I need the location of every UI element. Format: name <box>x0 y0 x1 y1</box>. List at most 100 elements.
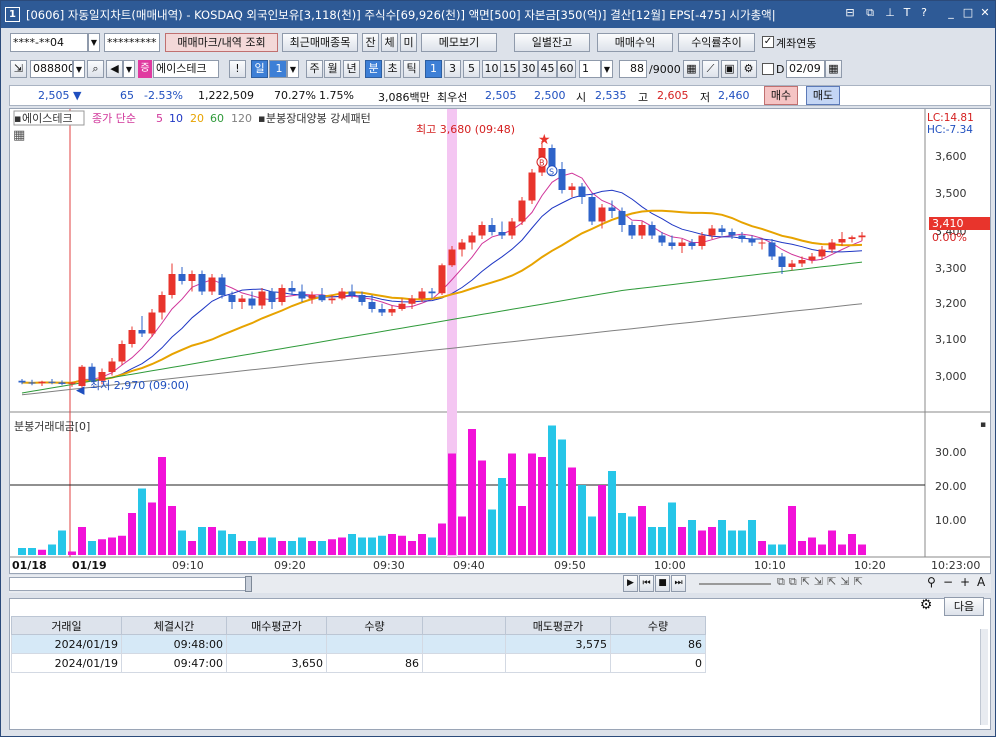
interval-30[interactable]: 30 <box>519 60 538 78</box>
interval-45[interactable]: 45 <box>538 60 557 78</box>
scroll-play-button[interactable]: ▶ <box>623 575 638 592</box>
period-dropdown[interactable]: ▼ <box>287 60 299 78</box>
second-tab[interactable]: 초 <box>384 60 401 78</box>
date-label-0119: 01/19 <box>72 559 107 572</box>
tab-unfilled[interactable]: 미 <box>400 33 417 52</box>
volume-bar <box>518 506 526 555</box>
recent-trades-button[interactable]: 최근매매종목 <box>282 33 358 52</box>
candle-body <box>428 291 436 294</box>
time-label-0910: 09:10 <box>172 559 204 572</box>
volume-bar <box>578 485 586 555</box>
table-row[interactable]: 2024/01/19 09:47:00 3,650 86 0 <box>11 653 706 673</box>
sound-dropdown[interactable]: ▼ <box>123 60 135 78</box>
screen-link-icon[interactable]: ⇲ <box>10 60 27 78</box>
cell-time: 09:47:00 <box>121 653 227 673</box>
minimize-icon[interactable]: _ <box>944 6 958 20</box>
interval-1[interactable]: 1 <box>425 60 442 78</box>
memo-button[interactable]: 메모보기 <box>421 33 497 52</box>
gear-icon[interactable]: ⚙ <box>740 60 757 78</box>
scroll-stop-button[interactable]: ■ <box>655 575 670 592</box>
low-price: 2,460 <box>718 89 750 102</box>
volume-bar <box>378 535 386 555</box>
interval-3[interactable]: 3 <box>444 60 461 78</box>
help-icon[interactable]: ? <box>917 6 931 20</box>
volume-bar <box>148 502 156 555</box>
maximize-icon[interactable]: □ <box>961 6 975 20</box>
trade-mark-button[interactable]: 매매마크/내역 조회 <box>165 33 278 52</box>
trend-line-icon[interactable]: ⟋ <box>702 60 719 78</box>
table-row[interactable]: 2024/01/19 09:48:00 3,575 86 <box>11 634 706 654</box>
buy-button[interactable]: 매수 <box>764 86 798 105</box>
period-num-field[interactable]: 1 <box>269 60 287 78</box>
interval-5[interactable]: 5 <box>463 60 480 78</box>
scroll-thumb[interactable] <box>245 576 252 592</box>
interval-dropdown[interactable]: ▼ <box>601 60 613 78</box>
tab-executed[interactable]: 체 <box>381 33 398 52</box>
candle-body <box>668 242 676 246</box>
password-field[interactable]: ********* <box>104 33 160 52</box>
zoom-slider[interactable] <box>699 583 771 585</box>
chart-panel[interactable]: ★ B S ◀ ▪ 에이스테크 종가 단순 5 10 20 60 120 ▪ 분봉장대… <box>9 108 991 574</box>
candle-body <box>108 361 116 372</box>
restore-icon[interactable]: ⧉ <box>863 6 877 20</box>
volume-bar <box>798 541 806 555</box>
interval-15[interactable]: 15 <box>500 60 519 78</box>
period-month-tab[interactable]: 월 <box>324 60 341 78</box>
trade-profit-button[interactable]: 매매수익 <box>597 33 673 52</box>
period-year-tab[interactable]: 년 <box>343 60 360 78</box>
sell-button[interactable]: 매도 <box>806 86 840 105</box>
alert-button[interactable]: ! <box>229 60 246 78</box>
date-input[interactable]: 02/09 <box>786 60 825 78</box>
scroll-first-button[interactable]: ⏮ <box>639 575 654 592</box>
volume-bar <box>388 534 396 555</box>
zoom-out-icon[interactable]: − <box>943 575 953 589</box>
date-checkbox[interactable] <box>762 63 774 75</box>
account-dropdown[interactable]: ▼ <box>88 33 100 52</box>
current-pct-label: 0.00% <box>932 231 967 244</box>
daily-balance-button[interactable]: 일별잔고 <box>514 33 590 52</box>
speaker-icon[interactable]: ◀ <box>106 60 123 78</box>
table-toggle-icon[interactable]: ▦ <box>13 128 25 143</box>
minute-tab[interactable]: 분 <box>365 60 382 78</box>
zoom-in-icon[interactable]: + <box>960 575 970 589</box>
stock-code-dropdown[interactable]: ▼ <box>73 60 85 78</box>
pane-close-icon[interactable]: ▪ <box>980 420 986 430</box>
next-button[interactable]: 다음 <box>944 597 984 616</box>
volume-bar <box>638 506 646 555</box>
save-icon[interactable]: ▣ <box>721 60 738 78</box>
calendar-icon[interactable]: ▦ <box>825 60 842 78</box>
layout-icon[interactable]: ⊟ <box>843 6 857 20</box>
stock-code-input[interactable]: 088800 <box>30 60 73 78</box>
price-volume-chart[interactable]: ★ BS ◀ ▪ 에이스테크 종가 단순 5 10 20 60 120 ▪ 분봉장대… <box>10 109 990 573</box>
interval-10[interactable]: 10 <box>482 60 501 78</box>
font-size-icon[interactable]: A <box>977 575 985 589</box>
candle-body <box>38 381 46 384</box>
interval-input[interactable]: 1 <box>579 60 601 78</box>
scroll-track[interactable] <box>9 577 249 591</box>
candle-body <box>828 242 836 250</box>
data-grid-icon[interactable]: ▦ <box>683 60 700 78</box>
return-trend-button[interactable]: 수익률추이 <box>678 33 755 52</box>
volume-bar <box>18 548 26 555</box>
legend-bullet: ▪ <box>14 112 21 125</box>
close-icon[interactable]: ✕ <box>978 6 992 20</box>
account-field[interactable]: ****-**04 <box>10 33 88 52</box>
account-link-checkbox[interactable]: ✓ <box>762 36 774 48</box>
settings-gear-icon[interactable]: ⚙ <box>916 597 936 616</box>
font-icon[interactable]: T <box>900 6 914 20</box>
period-week-tab[interactable]: 주 <box>306 60 323 78</box>
period-day-tab[interactable]: 일 <box>251 60 268 78</box>
count-input[interactable]: 88 <box>619 60 647 78</box>
search-icon[interactable]: ⌕ <box>87 60 104 78</box>
pin-icon[interactable]: ⊥ <box>883 6 897 20</box>
candle-body <box>808 256 816 260</box>
zoom-search-icon[interactable]: ⚲ <box>927 575 936 589</box>
candle-body <box>338 291 346 299</box>
tab-balance[interactable]: 잔 <box>362 33 379 52</box>
interval-60[interactable]: 60 <box>557 60 576 78</box>
chart-tool-icons[interactable]: ⧉⧉⇱⇲⇱⇲⇱ <box>777 575 867 589</box>
tick-tab[interactable]: 틱 <box>403 60 420 78</box>
volume-bar <box>88 541 96 555</box>
scroll-last-button[interactable]: ⏭ <box>671 575 686 592</box>
table-scrollbar[interactable] <box>980 629 988 725</box>
